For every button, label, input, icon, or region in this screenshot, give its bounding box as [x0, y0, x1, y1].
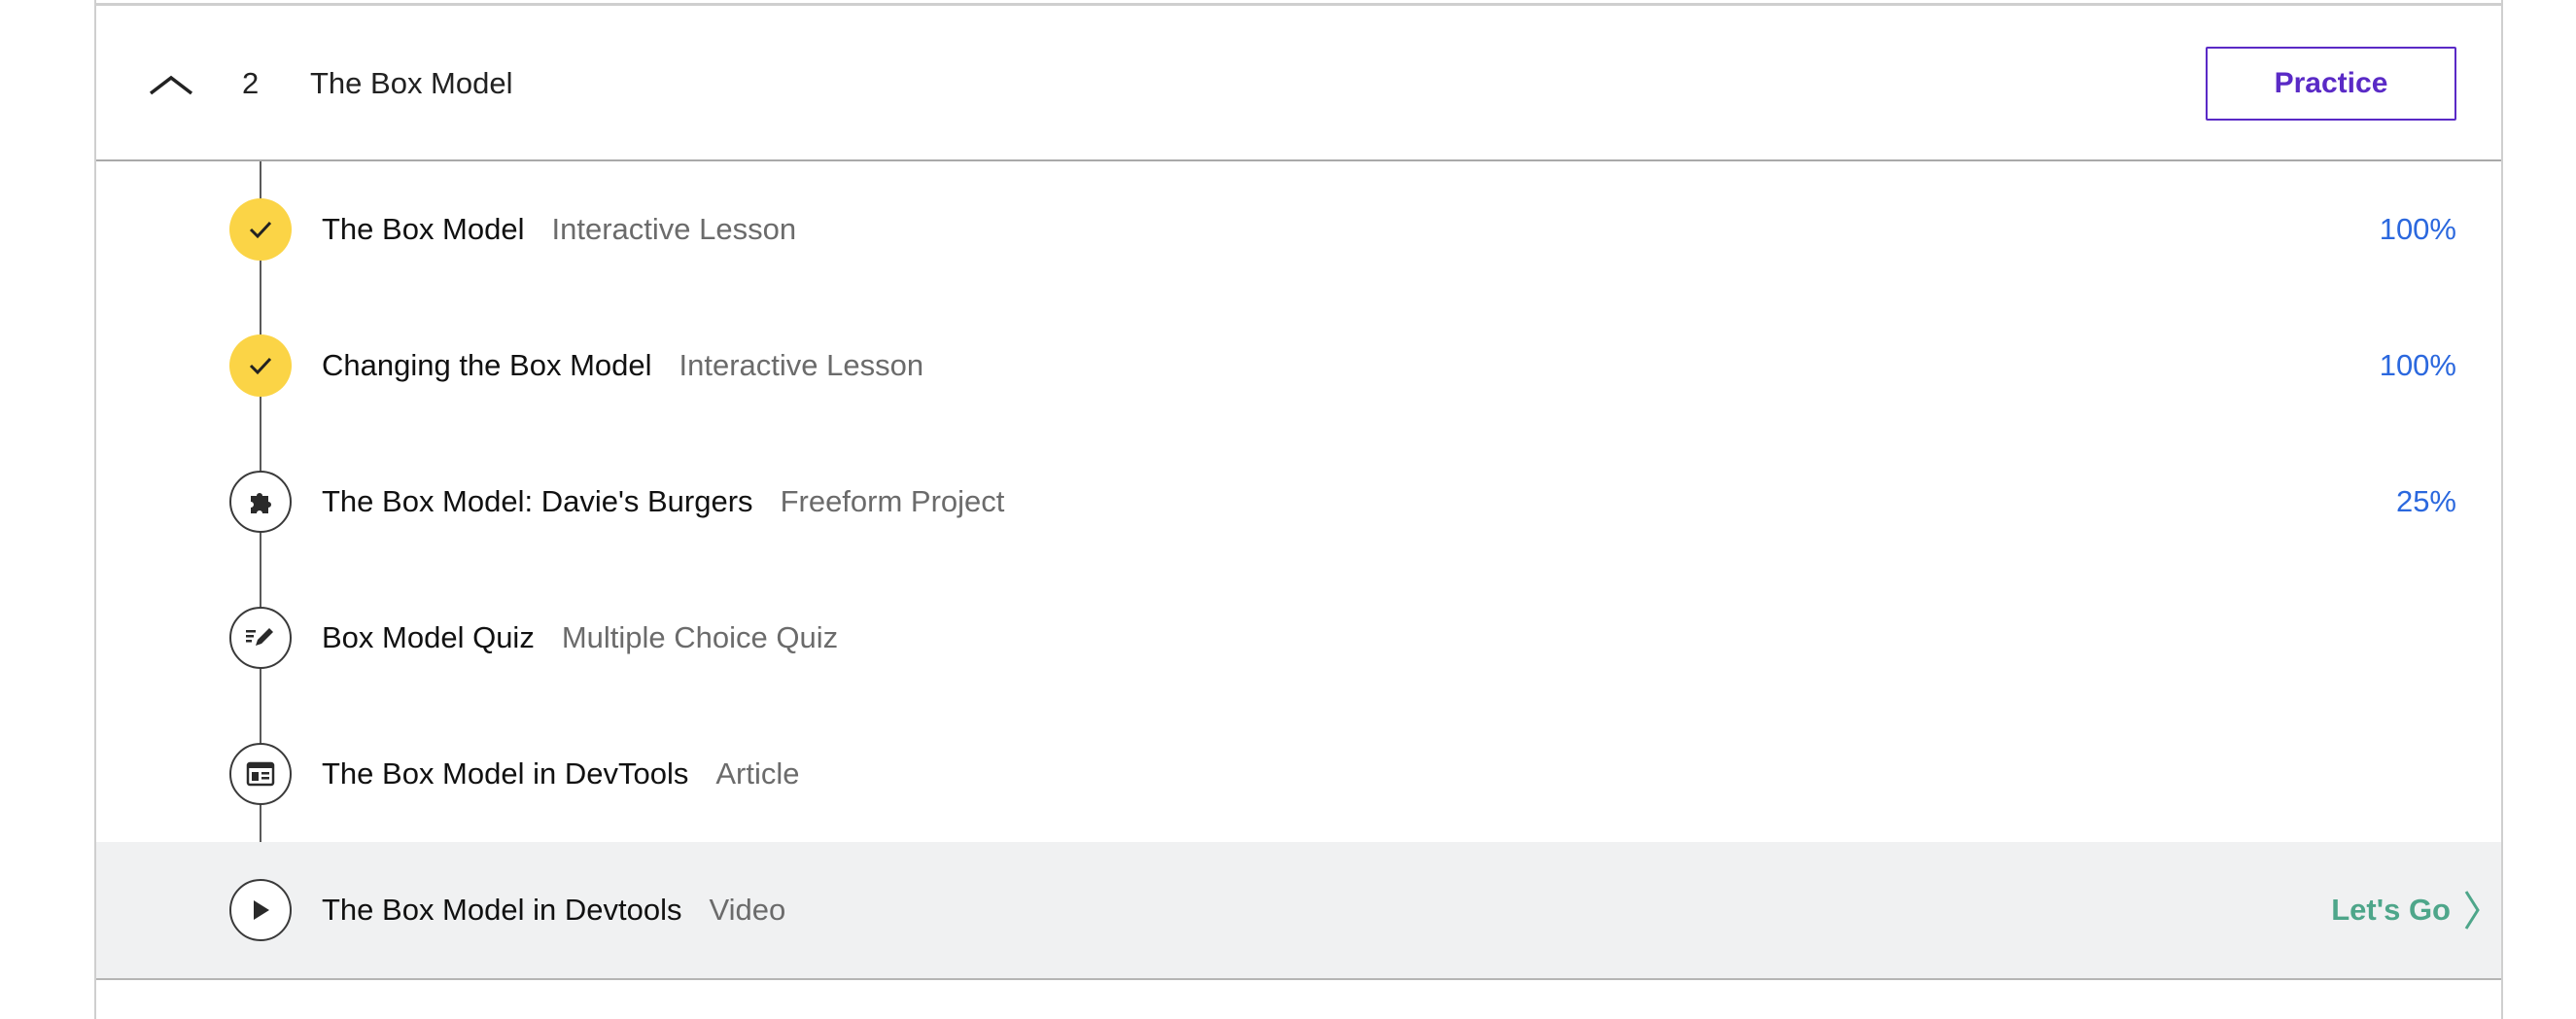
module-number: 2 [242, 66, 260, 100]
practice-button[interactable]: Practice [2206, 47, 2456, 121]
lesson-title: Changing the Box Model [322, 348, 652, 382]
lesson-status-badge [229, 879, 292, 941]
lesson-row[interactable]: Changing the Box Model Interactive Lesson… [96, 298, 2501, 434]
lesson-title: Box Model Quiz [322, 620, 535, 654]
module-header: 2 The Box Model Practice [96, 6, 2501, 161]
lesson-row-current[interactable]: The Box Model in Devtools Video Let's Go [96, 842, 2501, 978]
article-icon [246, 761, 275, 787]
lesson-progress: 100% [2379, 212, 2456, 246]
complete-status-badge [229, 198, 292, 261]
lesson-type: Interactive Lesson [551, 212, 797, 246]
puzzle-icon [251, 493, 271, 513]
chevron-right-icon [2464, 891, 2480, 930]
lesson-title-line: The Box Model Interactive Lesson [322, 212, 796, 247]
lesson-row[interactable]: The Box Model in DevTools Article [96, 706, 2501, 842]
check-icon [249, 357, 272, 375]
complete-status-badge [229, 334, 292, 397]
lesson-title-line: The Box Model in DevTools Article [322, 756, 799, 791]
lesson-type: Article [715, 756, 800, 791]
lesson-title-line: Box Model Quiz Multiple Choice Quiz [322, 620, 838, 655]
lesson-title: The Box Model [322, 212, 525, 246]
lesson-title: The Box Model: Davie's Burgers [322, 484, 753, 518]
lesson-title: The Box Model in Devtools [322, 893, 682, 927]
lesson-status-badge [229, 607, 292, 669]
module-title: The Box Model [310, 66, 513, 100]
lesson-title-line: The Box Model: Davie's Burgers Freeform P… [322, 484, 1004, 519]
lesson-row[interactable]: The Box Model: Davie's Burgers Freeform P… [96, 434, 2501, 570]
module-panel: 2 The Box Model Practice The Box Model In… [94, 0, 2503, 1019]
quiz-pencil-icon [246, 628, 273, 646]
lesson-row[interactable]: Box Model Quiz Multiple Choice Quiz [96, 570, 2501, 706]
lesson-title-line: Changing the Box Model Interactive Lesson [322, 348, 923, 383]
lets-go-link[interactable]: Let's Go [2331, 889, 2482, 931]
lesson-status-badge [229, 471, 292, 533]
lesson-progress: 100% [2379, 348, 2456, 382]
play-icon [254, 900, 269, 920]
bottom-divider [96, 978, 2501, 980]
lesson-progress: 25% [2395, 484, 2456, 518]
collapse-chevron-icon[interactable] [147, 64, 195, 103]
lesson-status-badge [229, 743, 292, 805]
lesson-type: Interactive Lesson [679, 348, 924, 382]
lesson-type: Video [709, 893, 786, 927]
lesson-title: The Box Model in DevTools [322, 756, 689, 791]
lesson-title-line: The Box Model in Devtools Video [322, 893, 785, 928]
lesson-type: Multiple Choice Quiz [561, 620, 839, 654]
lesson-type: Freeform Project [780, 484, 1005, 518]
lets-go-label: Let's Go [2331, 893, 2451, 927]
check-icon [249, 221, 272, 239]
lesson-row[interactable]: The Box Model Interactive Lesson 100% [96, 161, 2501, 298]
